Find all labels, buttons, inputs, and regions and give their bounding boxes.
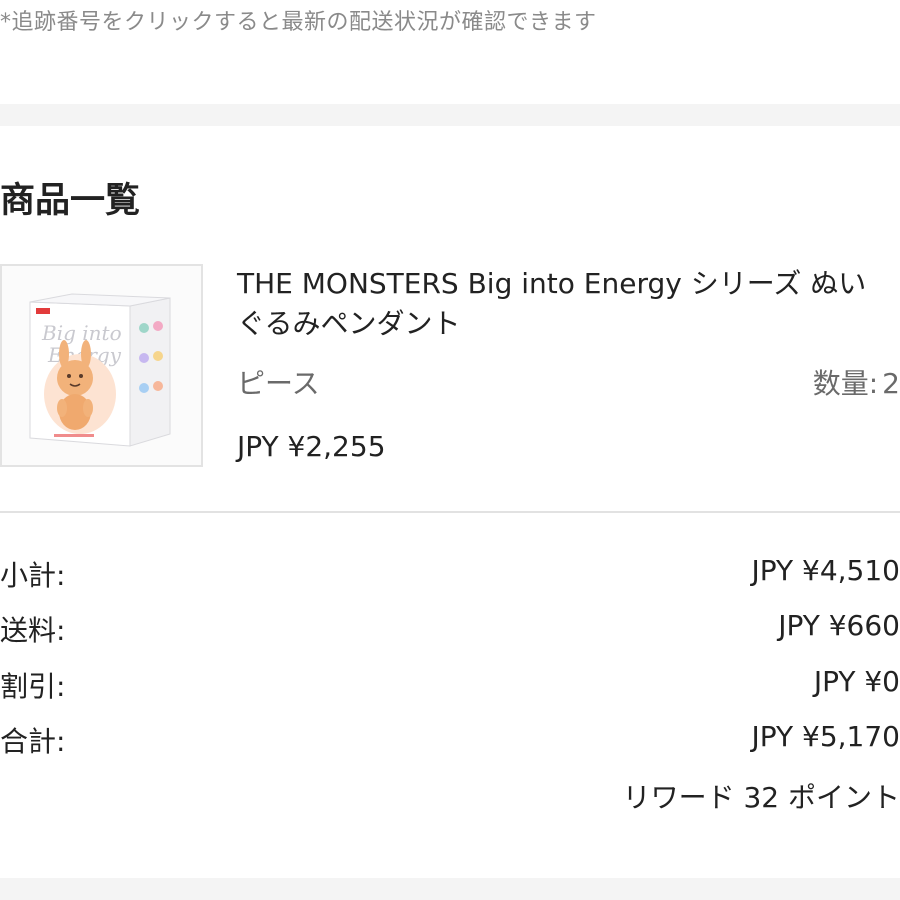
- subtotal-value: JPY ¥4,510: [751, 554, 900, 587]
- reward-points: リワード 32 ポイント: [622, 781, 900, 814]
- order-detail-page: *追跡番号をクリックすると最新の配送状況が確認できます 商品一覧 Big int…: [0, 0, 900, 900]
- section-title: 商品一覧: [0, 181, 141, 221]
- total-value: JPY ¥5,170: [751, 720, 900, 753]
- discount-label: 割引:: [0, 670, 66, 703]
- total-label: 合計:: [0, 725, 66, 758]
- product-variant: ピース: [237, 367, 320, 400]
- shipping-row: 送料: JPY ¥660: [0, 609, 900, 649]
- product-name-line-2: ぐるみペンダント: [237, 307, 461, 340]
- section-separator-top: [0, 104, 900, 126]
- product-name-line-1: THE MONSTERS Big into Energy シリーズ ぬい: [237, 267, 867, 300]
- section-separator-bottom: [0, 878, 900, 900]
- quantity-label: 数量:: [812, 367, 879, 400]
- shipping-label: 送料:: [0, 614, 66, 647]
- discount-row: 割引: JPY ¥0: [0, 665, 900, 705]
- quantity-value: 2: [882, 367, 900, 400]
- subtotal-label: 小計:: [0, 559, 66, 592]
- product-name[interactable]: THE MONSTERS Big into Energy シリーズ ぬい ぐるみ…: [237, 264, 900, 344]
- total-row: 合計: JPY ¥5,170: [0, 720, 900, 760]
- product-box-image: Big into Energy: [2, 266, 201, 465]
- subtotal-row: 小計: JPY ¥4,510: [0, 554, 900, 594]
- tracking-note: *追跡番号をクリックすると最新の配送状況が確認できます: [0, 10, 597, 35]
- product-image[interactable]: Big into Energy: [0, 264, 203, 467]
- divider: [0, 511, 900, 513]
- product-quantity: 数量: 2: [813, 362, 900, 402]
- product-price: JPY ¥2,255: [237, 430, 386, 463]
- discount-value: JPY ¥0: [813, 665, 900, 698]
- svg-text:Big into: Big into: [41, 321, 122, 345]
- shipping-value: JPY ¥660: [778, 609, 900, 642]
